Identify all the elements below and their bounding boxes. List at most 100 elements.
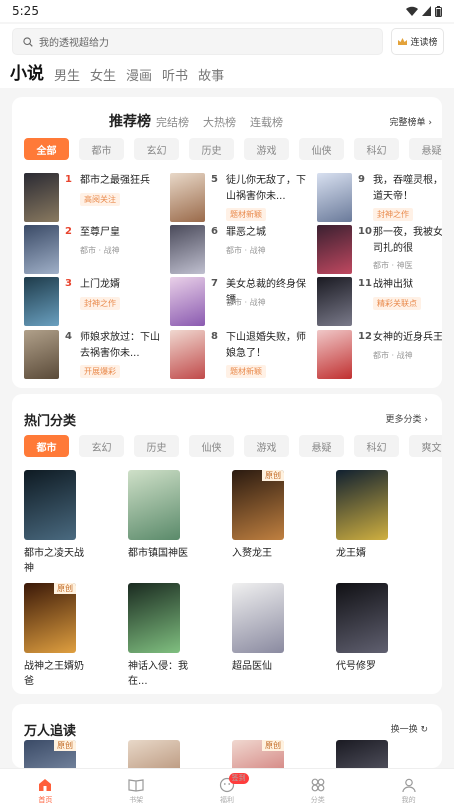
- top-tab[interactable]: 听书: [162, 65, 188, 84]
- category-chip[interactable]: 玄幻: [79, 435, 124, 457]
- category-chip[interactable]: 游戏: [244, 435, 289, 457]
- book-cover[interactable]: [336, 583, 388, 653]
- ranking-book-item[interactable]: 9 我，吞噬灵根，证道天帝！ 封神之作: [317, 173, 442, 223]
- book-cover[interactable]: [24, 173, 59, 222]
- category-chip[interactable]: 科幻: [354, 138, 399, 160]
- bottom-tab[interactable]: 福利 签到: [182, 769, 273, 807]
- bottom-tab[interactable]: 书架: [91, 769, 182, 807]
- bookshelf-icon: [128, 777, 144, 793]
- top-tab[interactable]: 小说: [10, 59, 44, 84]
- category-chip[interactable]: 全部: [24, 138, 69, 160]
- ranking-book-item[interactable]: 1 都市之最强狂兵 高阅关注: [24, 173, 169, 223]
- category-chip[interactable]: 悬疑: [409, 138, 442, 160]
- book-cover[interactable]: 原创: [232, 740, 284, 768]
- rank-number: 9: [358, 174, 365, 185]
- rank-number: 1: [65, 174, 72, 185]
- category-chip[interactable]: 历史: [189, 138, 234, 160]
- readlist-button[interactable]: 连读榜: [391, 28, 444, 55]
- ranking-book-item[interactable]: 3 上门龙婿 封神之作: [24, 277, 169, 327]
- hot-book-item[interactable]: 都市镇国神医: [128, 470, 198, 561]
- category-chip[interactable]: 仙侠: [299, 138, 344, 160]
- book-cover[interactable]: [317, 173, 352, 222]
- category-chip[interactable]: 游戏: [244, 138, 289, 160]
- category-chip[interactable]: 科幻: [354, 435, 399, 457]
- book-cover[interactable]: [170, 330, 205, 379]
- book-cover[interactable]: 原创: [24, 740, 76, 768]
- book-cover[interactable]: [317, 330, 352, 379]
- more-categories-link[interactable]: 更多分类 ›: [386, 412, 428, 425]
- book-title: 代号修罗: [336, 661, 376, 672]
- rank-number: 6: [211, 226, 218, 237]
- ranking-book-item[interactable]: 12 女神的近身兵王 都市 · 战神: [317, 330, 442, 380]
- book-cover[interactable]: [336, 470, 388, 540]
- category-chip[interactable]: 玄幻: [134, 138, 179, 160]
- hot-book-item[interactable]: 龙王婿: [336, 470, 406, 561]
- hot-book-item[interactable]: 神话入侵：我在...: [128, 583, 198, 689]
- home-icon: [37, 777, 53, 793]
- tab-completed-ranking[interactable]: 完结榜: [156, 114, 189, 130]
- ranking-book-item[interactable]: 8 下山退婚失败，师娘急了！ 题材新颖: [170, 330, 315, 380]
- hot-book-item[interactable]: 原创 入赘龙王: [232, 470, 302, 561]
- book-cover[interactable]: [232, 583, 284, 653]
- book-cover[interactable]: [128, 740, 180, 768]
- book-cover[interactable]: [24, 225, 59, 274]
- ranking-book-item[interactable]: 2 至尊尸皇 都市 · 战神: [24, 225, 169, 275]
- book-cover[interactable]: [317, 277, 352, 326]
- hot-categories-card: 热门分类 更多分类 › 都市 玄幻 历史 仙侠 游戏 悬疑 科幻 爽文 都市之凌天战神 都市镇国…: [12, 394, 442, 694]
- book-cover[interactable]: [170, 173, 205, 222]
- book-cover[interactable]: [317, 225, 352, 274]
- book-cover[interactable]: [128, 583, 180, 653]
- book-cover[interactable]: [336, 740, 388, 768]
- ranking-book-item[interactable]: 4 师娘求放过：下山去祸害你未... 开展爆彩: [24, 330, 169, 380]
- book-cover[interactable]: [170, 225, 205, 274]
- book-cover[interactable]: [170, 277, 205, 326]
- book-title: 龙王婿: [336, 548, 366, 559]
- status-time: 5:25: [12, 4, 39, 18]
- tab-serial-ranking[interactable]: 连载榜: [250, 114, 283, 130]
- book-title: 上门龙婿: [80, 279, 120, 290]
- book-cover[interactable]: [24, 277, 59, 326]
- ranking-book-item[interactable]: 11 战神出狱 精彩关联点: [317, 277, 442, 327]
- rank-number: 10: [358, 226, 372, 237]
- search-placeholder: 我的透视超给力: [39, 38, 109, 49]
- category-chip[interactable]: 悬疑: [299, 435, 344, 457]
- category-chip[interactable]: 都市: [79, 138, 124, 160]
- hot-book-item[interactable]: 都市之凌天战神: [24, 470, 94, 576]
- top-tab[interactable]: 故事: [198, 65, 224, 84]
- category-chip[interactable]: 历史: [134, 435, 179, 457]
- hot-book-item[interactable]: 代号修罗: [336, 583, 406, 674]
- ranking-book-item[interactable]: 7 美女总裁的终身保镖 都市 · 战神: [170, 277, 315, 327]
- book-title: 女神的近身兵王: [373, 332, 442, 343]
- hot-book-item[interactable]: 原创 战神之王婿奶爸: [24, 583, 94, 689]
- book-genre: 都市 · 战神: [226, 246, 266, 255]
- top-tab[interactable]: 漫画: [126, 65, 152, 84]
- book-cover[interactable]: [128, 470, 180, 540]
- category-chip[interactable]: 爽文: [409, 435, 442, 457]
- book-cover[interactable]: 原创: [232, 470, 284, 540]
- ranking-book-item[interactable]: 10那一夜，我被女上司扎的很都市 · 神医: [317, 225, 442, 275]
- search-input[interactable]: 我的透视超给力: [12, 28, 383, 55]
- tab-hot-ranking[interactable]: 大热榜: [203, 114, 236, 130]
- bottom-tab[interactable]: 我的: [363, 769, 454, 807]
- original-badge: 原创: [54, 740, 76, 751]
- book-genre: 都市 · 战神: [373, 351, 413, 360]
- bottom-tab[interactable]: 首页: [0, 769, 91, 807]
- book-cover[interactable]: [24, 330, 59, 379]
- category-chip[interactable]: 都市: [24, 435, 69, 457]
- top-tab[interactable]: 女生: [90, 65, 116, 84]
- full-ranking-label: 完整榜单: [389, 118, 426, 128]
- category-chip[interactable]: 仙侠: [189, 435, 234, 457]
- refresh-button[interactable]: 换一换 ↻: [391, 722, 428, 735]
- ranking-book-item[interactable]: 5 徒儿你无敌了，下山祸害你未... 题材新颖: [170, 173, 315, 223]
- book-tag: 封神之作: [80, 297, 120, 310]
- book-tag: 题材新颖: [226, 365, 266, 378]
- top-tab[interactable]: 男生: [54, 65, 80, 84]
- hot-book-item[interactable]: 超品医仙: [232, 583, 302, 674]
- ranking-book-item[interactable]: 6 罪恶之城 都市 · 战神: [170, 225, 315, 275]
- book-cover[interactable]: 原创: [24, 583, 76, 653]
- bottom-tab[interactable]: 分类: [272, 769, 363, 807]
- ranking-title[interactable]: 推荐榜: [109, 111, 151, 131]
- search-icon: [23, 36, 33, 47]
- full-ranking-link[interactable]: 完整榜单 ›: [390, 115, 433, 128]
- book-cover[interactable]: [24, 470, 76, 540]
